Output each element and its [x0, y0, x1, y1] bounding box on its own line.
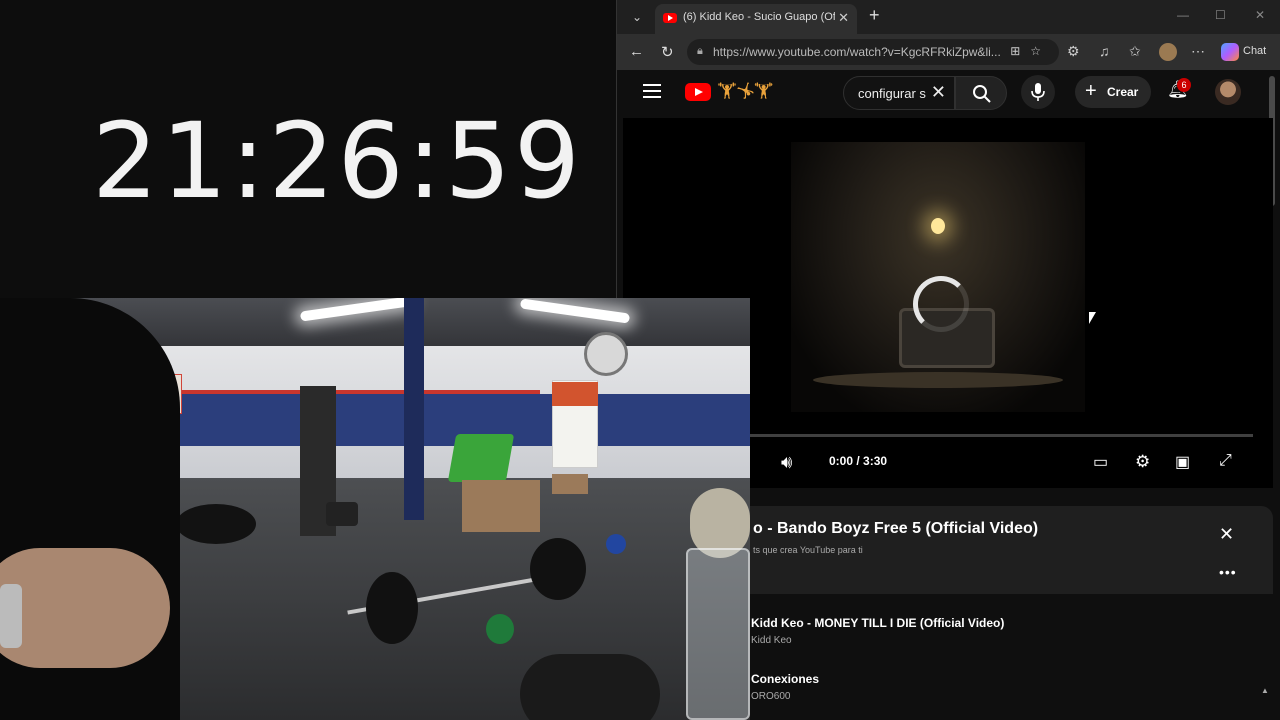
lock-icon: 🔒︎ [697, 45, 703, 57]
mix-title[interactable]: o - Bando Boyz Free 5 (Official Video) [753, 520, 1038, 538]
loading-spinner [913, 276, 969, 332]
profile-icon[interactable] [1159, 43, 1177, 61]
maximize-icon[interactable]: ☐ [1215, 8, 1226, 22]
tab-list-icon[interactable]: ⌄ [625, 6, 649, 28]
webcam-kettlebell [486, 614, 514, 644]
create-label: Crear [1107, 85, 1139, 99]
plus-icon: + [1085, 80, 1097, 102]
clock-time: 21:26:59 [92, 100, 584, 222]
webcam-plyo-box [552, 474, 588, 494]
create-button[interactable]: + Crear [1075, 76, 1151, 108]
youtube-favicon [663, 13, 677, 23]
webcam-plyo-box [462, 480, 540, 532]
search-button[interactable] [955, 76, 1007, 110]
list-item-channel: ORO600 [751, 691, 791, 702]
youtube-logo[interactable] [685, 83, 711, 101]
mouse-cursor-icon [1089, 312, 1096, 324]
settings-icon[interactable]: ⚙ [1135, 452, 1150, 472]
webcam-poster-header [552, 382, 598, 406]
minimize-icon[interactable]: — [1177, 8, 1189, 22]
webcam-glass [686, 548, 750, 720]
plus-icon[interactable]: + [869, 5, 880, 26]
desktop: 21:26:59 ⌄ (6) Kidd Keo - Sucio Guapo (O… [0, 0, 1280, 720]
webcam-pillar [404, 298, 424, 520]
clock-panel: 21:26:59 [0, 0, 616, 298]
video-stage [813, 372, 1063, 388]
search-icon [973, 85, 991, 103]
close-icon[interactable]: ✕ [1219, 524, 1234, 545]
webcam-watch [0, 584, 22, 648]
theater-mode-icon[interactable]: ▣ [1175, 452, 1190, 472]
webcam-kettlebell [606, 534, 626, 554]
back-icon[interactable]: ← [629, 43, 644, 60]
search-input[interactable]: configurar s ✕ [843, 76, 955, 110]
extensions-icon[interactable]: ⚙ [1067, 43, 1080, 60]
close-icon[interactable]: ✕ [838, 10, 849, 26]
favorites-icon[interactable]: ✩ [1129, 43, 1141, 60]
webcam-plate [366, 572, 418, 644]
list-item[interactable]: Conexiones [751, 672, 819, 686]
copilot-icon[interactable] [1221, 43, 1239, 61]
volume-icon[interactable]: 🔊︎ [781, 452, 792, 473]
refresh-icon[interactable]: ↻ [661, 43, 674, 61]
notification-badge: 6 [1177, 78, 1191, 92]
media-icon[interactable]: ♫ [1099, 43, 1110, 59]
url-field[interactable]: 🔒︎ https://www.youtube.com/watch?v=KgcRF… [687, 39, 1059, 65]
scroll-up-icon[interactable]: ▲ [1261, 686, 1269, 695]
more-icon[interactable]: ••• [1219, 564, 1237, 580]
tab-bar: ⌄ (6) Kidd Keo - Sucio Guapo (Official ✕… [617, 0, 1280, 34]
time-display: 0:00 / 3:30 [829, 454, 888, 468]
mic-icon [1031, 83, 1045, 101]
avatar[interactable] [1215, 79, 1241, 105]
webcam-tire [176, 504, 256, 544]
tab-title: (6) Kidd Keo - Sucio Guapo (Official [683, 11, 835, 23]
fullscreen-icon[interactable]: ⤢ [1219, 452, 1232, 470]
video-bulb [931, 218, 945, 234]
search-value: configurar s [858, 86, 926, 101]
webcam-arm [0, 548, 170, 668]
menu-icon[interactable] [643, 84, 661, 98]
split-screen-icon[interactable]: ⊞☆ [1010, 44, 1051, 58]
webcam-fan [584, 332, 628, 376]
more-icon[interactable]: ⋯ [1191, 43, 1205, 60]
voice-search-button[interactable] [1021, 75, 1055, 109]
url-text: https://www.youtube.com/watch?v=KgcRFRki… [713, 45, 1001, 59]
webcam-green-machine [447, 434, 515, 482]
list-item-channel: Kidd Keo [751, 635, 792, 646]
doodle-icon[interactable]: 🏋︎🤸︎🏋︎ [717, 81, 774, 101]
webcam-red-line [180, 390, 540, 394]
clear-icon[interactable]: ✕ [931, 82, 946, 103]
webcam-bench [326, 502, 358, 526]
subtitles-icon[interactable]: ▭ [1093, 452, 1108, 472]
yt-header: 🏋︎🤸︎🏋︎ configurar s ✕ + Crear 🔔︎ 6 [623, 70, 1273, 116]
tab-youtube[interactable]: (6) Kidd Keo - Sucio Guapo (Official ✕ [655, 4, 857, 34]
webcam-plate [530, 538, 586, 600]
address-bar: ← ↻ 🔒︎ https://www.youtube.com/watch?v=K… [617, 34, 1280, 70]
webcam-bag [520, 654, 660, 720]
mix-subtitle: ts que crea YouTube para ti [753, 545, 863, 555]
chat-label[interactable]: Chat [1243, 45, 1266, 57]
window-close-icon[interactable]: ✕ [1255, 8, 1265, 22]
list-item[interactable]: Kidd Keo - MONEY TILL I DIE (Official Vi… [751, 616, 1004, 630]
webcam-overlay [0, 298, 750, 720]
